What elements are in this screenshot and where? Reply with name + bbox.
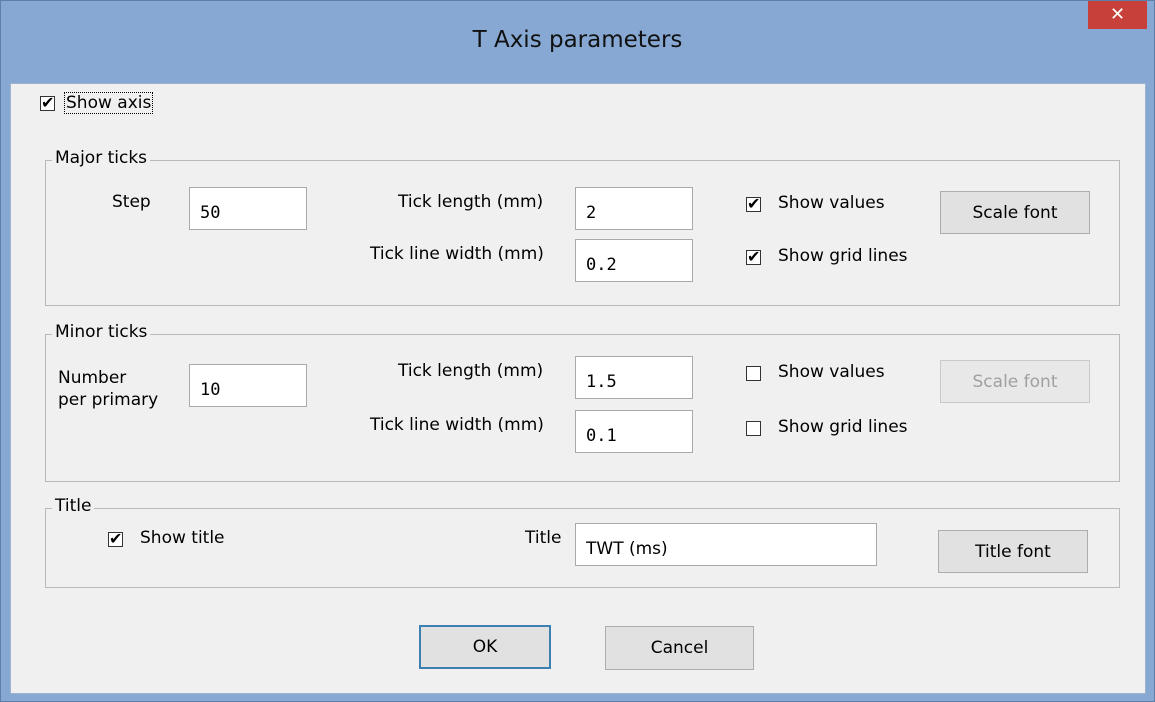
title-group-legend: Title (52, 496, 95, 516)
step-label: Step (112, 192, 151, 212)
number-label: Number (58, 368, 127, 388)
major-show-values-label[interactable]: Show values (778, 192, 885, 214)
show-title-label[interactable]: Show title (140, 527, 225, 549)
dialog-client-area: ✔ Show axis Major ticks Step Tick length… (10, 83, 1146, 694)
major-show-grid-label[interactable]: Show grid lines (778, 245, 908, 267)
show-axis-checkbox[interactable]: ✔ (40, 93, 55, 112)
major-show-grid-checkbox[interactable]: ✔ (746, 247, 761, 266)
step-input[interactable] (189, 187, 307, 230)
minor-tick-length-input[interactable] (575, 356, 693, 399)
title-font-button[interactable]: Title font (938, 530, 1088, 573)
minor-show-values-label[interactable]: Show values (778, 361, 885, 383)
title-field-label: Title (525, 528, 562, 548)
checkmark-icon: ✔ (747, 247, 761, 266)
ok-button[interactable]: OK (419, 625, 551, 669)
checkmark-icon: ✔ (747, 194, 761, 213)
show-axis-label[interactable]: Show axis (64, 92, 154, 114)
minor-tick-length-label: Tick length (mm) (398, 361, 544, 381)
show-title-checkbox[interactable]: ✔ (108, 529, 123, 548)
minor-tick-width-label: Tick line width (mm) (370, 415, 544, 435)
per-primary-label: per primary (58, 390, 159, 410)
major-tick-length-input[interactable] (575, 187, 693, 230)
major-tick-length-label: Tick length (mm) (398, 192, 544, 212)
title-input[interactable] (575, 523, 877, 566)
major-ticks-legend: Major ticks (52, 148, 151, 168)
cancel-button[interactable]: Cancel (605, 626, 754, 670)
major-show-values-checkbox[interactable]: ✔ (746, 194, 761, 213)
minor-number-input[interactable] (189, 364, 307, 407)
minor-scale-font-button[interactable]: Scale font (940, 360, 1090, 403)
minor-ticks-legend: Minor ticks (52, 322, 151, 342)
dialog-window: T Axis parameters ✕ ✔ Show axis Major ti… (0, 0, 1155, 702)
title-bar[interactable]: T Axis parameters ✕ (1, 1, 1154, 81)
window-title: T Axis parameters (472, 27, 683, 53)
major-tick-width-input[interactable] (575, 239, 693, 282)
close-icon: ✕ (1109, 4, 1126, 25)
minor-show-grid-label[interactable]: Show grid lines (778, 416, 908, 438)
minor-tick-width-input[interactable] (575, 410, 693, 453)
minor-show-values-checkbox[interactable] (746, 366, 761, 381)
close-button[interactable]: ✕ (1088, 1, 1147, 29)
checkmark-icon: ✔ (109, 529, 123, 548)
minor-show-grid-checkbox[interactable] (746, 421, 761, 436)
checkmark-icon: ✔ (41, 93, 55, 112)
major-scale-font-button[interactable]: Scale font (940, 191, 1090, 234)
major-tick-width-label: Tick line width (mm) (370, 244, 544, 264)
